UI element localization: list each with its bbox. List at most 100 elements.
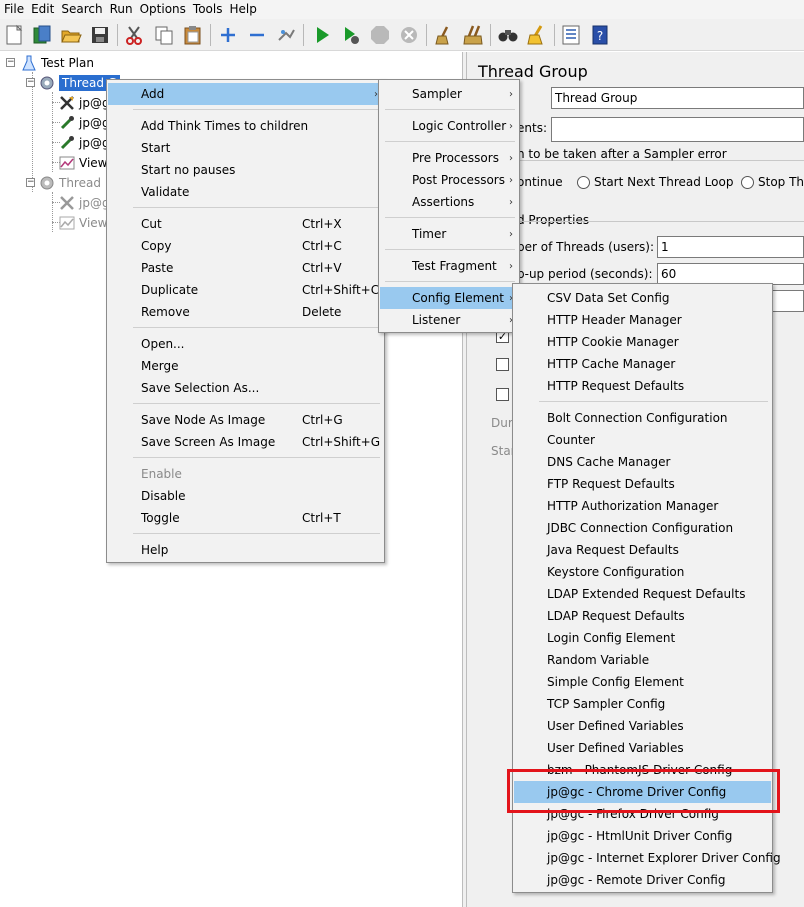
menu-item-simple-config-element[interactable]: Simple Config Element [514,671,771,693]
threads-input[interactable]: 1 [657,236,804,258]
tree-node-test-plan[interactable]: Test Plan [20,53,94,73]
menu-item-jp-gc-htmlunit-driver-config[interactable]: jp@gc - HtmlUnit Driver Config [514,825,771,847]
radio-start-next-loop[interactable] [577,176,590,189]
tree-node-config-disabled[interactable]: jp@g [58,193,110,213]
menu-item-cut[interactable]: Cut Ctrl+X [108,213,383,235]
menu-item-user-defined-variables[interactable]: User Defined Variables [514,737,771,759]
tree-collapse-toggle[interactable]: − [6,58,15,67]
menu-item-ldap-extended-request-defaults[interactable]: LDAP Extended Request Defaults [514,583,771,605]
menu-item-remove[interactable]: Remove Delete [108,301,383,323]
menu-item-toggle[interactable]: Toggle Ctrl+T [108,507,383,529]
menu-item-jp-gc-remote-driver-config[interactable]: jp@gc - Remote Driver Config [514,869,771,891]
radio-start-next-loop-label[interactable]: Start Next Thread Loop [594,175,733,189]
menu-item-listener[interactable]: Listener › [380,309,518,331]
function-helper-icon[interactable] [559,23,583,47]
menu-item-duplicate[interactable]: Duplicate Ctrl+Shift+C [108,279,383,301]
copy-icon[interactable] [152,23,176,47]
tree-node-config[interactable]: jp@g [58,93,110,113]
save-icon[interactable] [88,23,112,47]
start-no-pauses-icon[interactable] [339,23,363,47]
menu-item-sampler[interactable]: Sampler › [380,83,518,105]
menu-item-http-cookie-manager[interactable]: HTTP Cookie Manager [514,331,771,353]
menu-item-validate[interactable]: Validate [108,181,383,203]
help-icon[interactable]: ? [588,23,612,47]
shutdown-icon[interactable] [397,23,421,47]
reset-search-icon[interactable] [525,23,549,47]
stop-icon[interactable] [368,23,392,47]
menu-item-http-cache-manager[interactable]: HTTP Cache Manager [514,353,771,375]
menu-item-copy[interactable]: Copy Ctrl+C [108,235,383,257]
new-icon[interactable] [2,23,26,47]
menu-file[interactable]: File [0,0,27,19]
menu-item-open[interactable]: Open... [108,333,383,355]
menu-item-test-fragment[interactable]: Test Fragment › [380,255,518,277]
menu-item-assertions[interactable]: Assertions › [380,191,518,213]
menu-item-ftp-request-defaults[interactable]: FTP Request Defaults [514,473,771,495]
menu-item-start[interactable]: Start [108,137,383,159]
menu-item-jdbc-connection-configuration[interactable]: JDBC Connection Configuration [514,517,771,539]
start-icon[interactable] [310,23,334,47]
expand-icon[interactable] [216,23,240,47]
menu-item-user-defined-variables[interactable]: User Defined Variables [514,715,771,737]
checkbox[interactable] [496,358,509,371]
clear-all-icon[interactable] [461,23,485,47]
menu-item-config-element[interactable]: Config Element › [380,287,518,309]
templates-icon[interactable] [30,23,54,47]
menu-item-login-config-element[interactable]: Login Config Element [514,627,771,649]
menu-tools[interactable]: Tools [189,0,226,19]
menu-item-http-header-manager[interactable]: HTTP Header Manager [514,309,771,331]
cut-icon[interactable] [122,23,146,47]
search-icon[interactable] [496,23,520,47]
menu-item-java-request-defaults[interactable]: Java Request Defaults [514,539,771,561]
clear-icon[interactable] [432,23,456,47]
tree-node-sampler[interactable]: jp@g [58,133,110,153]
menu-item-http-request-defaults[interactable]: HTTP Request Defaults [514,375,771,397]
menu-item-disable[interactable]: Disable [108,485,383,507]
menu-item-ldap-request-defaults[interactable]: LDAP Request Defaults [514,605,771,627]
menu-edit[interactable]: Edit [27,0,57,19]
name-input[interactable]: Thread Group [551,87,804,109]
menu-item-paste[interactable]: Paste Ctrl+V [108,257,383,279]
menu-item-save-screen-as-image[interactable]: Save Screen As Image Ctrl+Shift+G [108,431,383,453]
menu-run[interactable]: Run [106,0,136,19]
menu-options[interactable]: Options [136,0,189,19]
tree-collapse-toggle[interactable]: − [26,178,35,187]
tree-node-listener-disabled[interactable]: View [58,213,107,233]
menu-help[interactable]: Help [225,0,259,19]
open-icon[interactable] [59,23,83,47]
rampup-input[interactable]: 60 [657,263,804,285]
tree-node-thread-group-disabled[interactable]: Thread [38,173,101,193]
menu-item-save-node-as-image[interactable]: Save Node As Image Ctrl+G [108,409,383,431]
toggle-icon[interactable] [274,23,298,47]
checkbox[interactable] [496,388,509,401]
menu-search[interactable]: Search [57,0,105,19]
menu-item-bolt-connection-configuration[interactable]: Bolt Connection Configuration [514,407,771,429]
tree-node-sampler[interactable]: jp@g [58,113,110,133]
menu-item-add[interactable]: Add › [108,83,383,105]
menu-item-pre-processors[interactable]: Pre Processors › [380,147,518,169]
menu-item-http-authorization-manager[interactable]: HTTP Authorization Manager [514,495,771,517]
menu-item-post-processors[interactable]: Post Processors › [380,169,518,191]
radio-stop-thread-label[interactable]: Stop Thr [758,175,804,189]
paste-icon[interactable] [181,23,205,47]
comments-input[interactable] [551,117,804,142]
menu-item-help[interactable]: Help [108,539,383,561]
radio-continue-label[interactable]: ontinue [517,175,563,189]
menu-item-merge[interactable]: Merge [108,355,383,377]
tree-collapse-toggle[interactable]: − [26,78,35,87]
radio-stop-thread[interactable] [741,176,754,189]
menu-item-timer[interactable]: Timer › [380,223,518,245]
menu-item-keystore-configuration[interactable]: Keystore Configuration [514,561,771,583]
tree-node-listener[interactable]: View [58,153,107,173]
menu-item-add-think-times-to-children[interactable]: Add Think Times to children [108,115,383,137]
menu-item-random-variable[interactable]: Random Variable [514,649,771,671]
menu-item-dns-cache-manager[interactable]: DNS Cache Manager [514,451,771,473]
menu-item-tcp-sampler-config[interactable]: TCP Sampler Config [514,693,771,715]
menu-item-logic-controller[interactable]: Logic Controller › [380,115,518,137]
menu-item-csv-data-set-config[interactable]: CSV Data Set Config [514,287,771,309]
menu-item-jp-gc-internet-explorer-driver-config[interactable]: jp@gc - Internet Explorer Driver Config [514,847,781,869]
menu-item-save-selection-as[interactable]: Save Selection As... [108,377,383,399]
collapse-icon[interactable] [245,23,269,47]
menu-item-counter[interactable]: Counter [514,429,771,451]
menu-item-start-no-pauses[interactable]: Start no pauses [108,159,383,181]
